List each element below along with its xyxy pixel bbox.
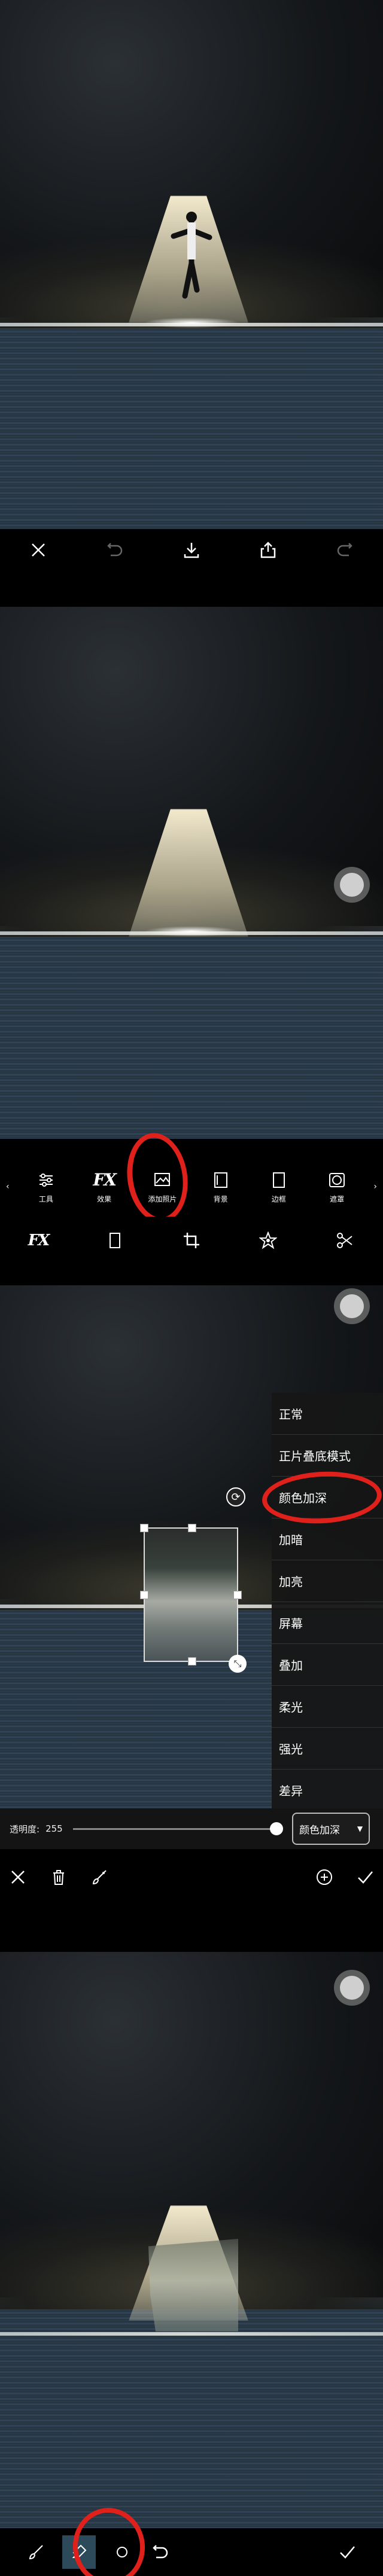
close-icon[interactable] — [26, 538, 50, 562]
check-icon[interactable] — [353, 1865, 377, 1889]
screen-3: ⟳ ⤡ 正常 正片叠底模式 颜色加深 加暗 加亮 屏幕 叠加 柔光 强光 差异 … — [0, 1285, 383, 1910]
bottom-toolbar — [0, 2528, 383, 2576]
placed-photo[interactable] — [140, 1524, 242, 1666]
blend-item-overlay[interactable]: 叠加 — [272, 1644, 383, 1686]
screen-4 — [0, 1952, 383, 2576]
border-icon — [269, 1170, 289, 1190]
floating-handle-button[interactable] — [334, 867, 370, 903]
share-icon[interactable] — [256, 538, 280, 562]
tool-background[interactable]: 背景 — [199, 1170, 242, 1204]
photo-canvas — [0, 0, 383, 529]
opacity-slider-knob[interactable] — [270, 1822, 284, 1835]
opacity-value: 255 — [45, 1823, 63, 1834]
download-icon[interactable] — [180, 538, 203, 562]
blend-item-lighten[interactable]: 加亮 — [272, 1560, 383, 1602]
opacity-label: 透明度: — [10, 1823, 40, 1835]
screen-2: ‹ 工具 FX 效果 添加照片 背景 边框 遮罩 › FX — [0, 607, 383, 1282]
editor-toolbar — [0, 529, 383, 571]
photo-canvas — [0, 1952, 383, 2528]
blend-mode-menu: 正常 正片叠底模式 颜色加深 加暗 加亮 屏幕 叠加 柔光 强光 差异 — [272, 1393, 383, 1811]
opacity-slider[interactable] — [73, 1822, 284, 1835]
redo-icon[interactable] — [333, 538, 357, 562]
tool-label: 工具 — [38, 1194, 53, 1203]
scroll-left-icon[interactable]: ‹ — [6, 1182, 10, 1191]
screen-1 — [0, 0, 383, 598]
bottom-toolbar: FX — [0, 1217, 383, 1264]
brush-icon[interactable] — [87, 1865, 111, 1889]
undo-icon[interactable] — [103, 538, 127, 562]
bottom-toolbar — [0, 1856, 383, 1898]
annotation-circle — [121, 1129, 193, 1227]
blend-item-soft-light[interactable]: 柔光 — [272, 1686, 383, 1728]
undo-icon[interactable] — [148, 2540, 172, 2564]
crop-icon[interactable] — [180, 1229, 203, 1252]
tool-effects[interactable]: FX 效果 — [83, 1170, 126, 1204]
blend-item-darken[interactable]: 加暗 — [272, 1518, 383, 1560]
blend-item-hard-light[interactable]: 强光 — [272, 1728, 383, 1770]
close-icon[interactable] — [6, 1865, 30, 1889]
blended-photo — [148, 2239, 238, 2331]
background-icon — [211, 1170, 231, 1190]
check-icon[interactable] — [335, 2540, 359, 2564]
rectangle-icon[interactable] — [103, 1229, 127, 1252]
scroll-right-icon[interactable]: › — [373, 1182, 377, 1191]
opacity-bar: 透明度: 255 颜色加深 ▼ — [0, 1808, 383, 1849]
resize-handle-icon[interactable]: ⤡ — [229, 1655, 247, 1673]
blend-item-normal[interactable]: 正常 — [272, 1393, 383, 1435]
blend-item-screen[interactable]: 屏幕 — [272, 1602, 383, 1644]
tool-tools[interactable]: 工具 — [25, 1170, 68, 1204]
blend-mode-select[interactable]: 颜色加深 ▼ — [292, 1813, 370, 1845]
fx-icon[interactable]: FX — [26, 1229, 50, 1252]
tool-label: 效果 — [97, 1194, 112, 1203]
chevron-down-icon: ▼ — [357, 1825, 363, 1833]
add-icon[interactable] — [312, 1865, 336, 1889]
scissors-icon[interactable] — [333, 1229, 357, 1252]
tools-icon — [36, 1170, 56, 1190]
tool-label: 边框 — [271, 1194, 286, 1203]
brush-icon[interactable] — [24, 2540, 48, 2564]
photo-canvas — [0, 607, 383, 1139]
floating-handle-button[interactable] — [334, 1288, 370, 1324]
tool-mask[interactable]: 遮罩 — [315, 1170, 358, 1204]
dancer-figure — [171, 212, 212, 299]
mask-icon — [327, 1170, 347, 1190]
tool-label: 背景 — [213, 1194, 228, 1203]
floating-handle-button[interactable] — [334, 1970, 370, 2006]
blend-item-multiply[interactable]: 正片叠底模式 — [272, 1435, 383, 1477]
star-icon[interactable] — [256, 1229, 280, 1252]
tool-strip: ‹ 工具 FX 效果 添加照片 背景 边框 遮罩 › — [0, 1163, 383, 1211]
blend-item-difference[interactable]: 差异 — [272, 1770, 383, 1811]
tool-label: 遮罩 — [330, 1194, 345, 1203]
trash-icon[interactable] — [47, 1865, 71, 1889]
rotate-handle-icon[interactable]: ⟳ — [226, 1487, 245, 1507]
fx-icon: FX — [93, 1170, 117, 1190]
blend-mode-select-value: 颜色加深 — [299, 1824, 341, 1836]
tool-border[interactable]: 边框 — [257, 1170, 300, 1204]
